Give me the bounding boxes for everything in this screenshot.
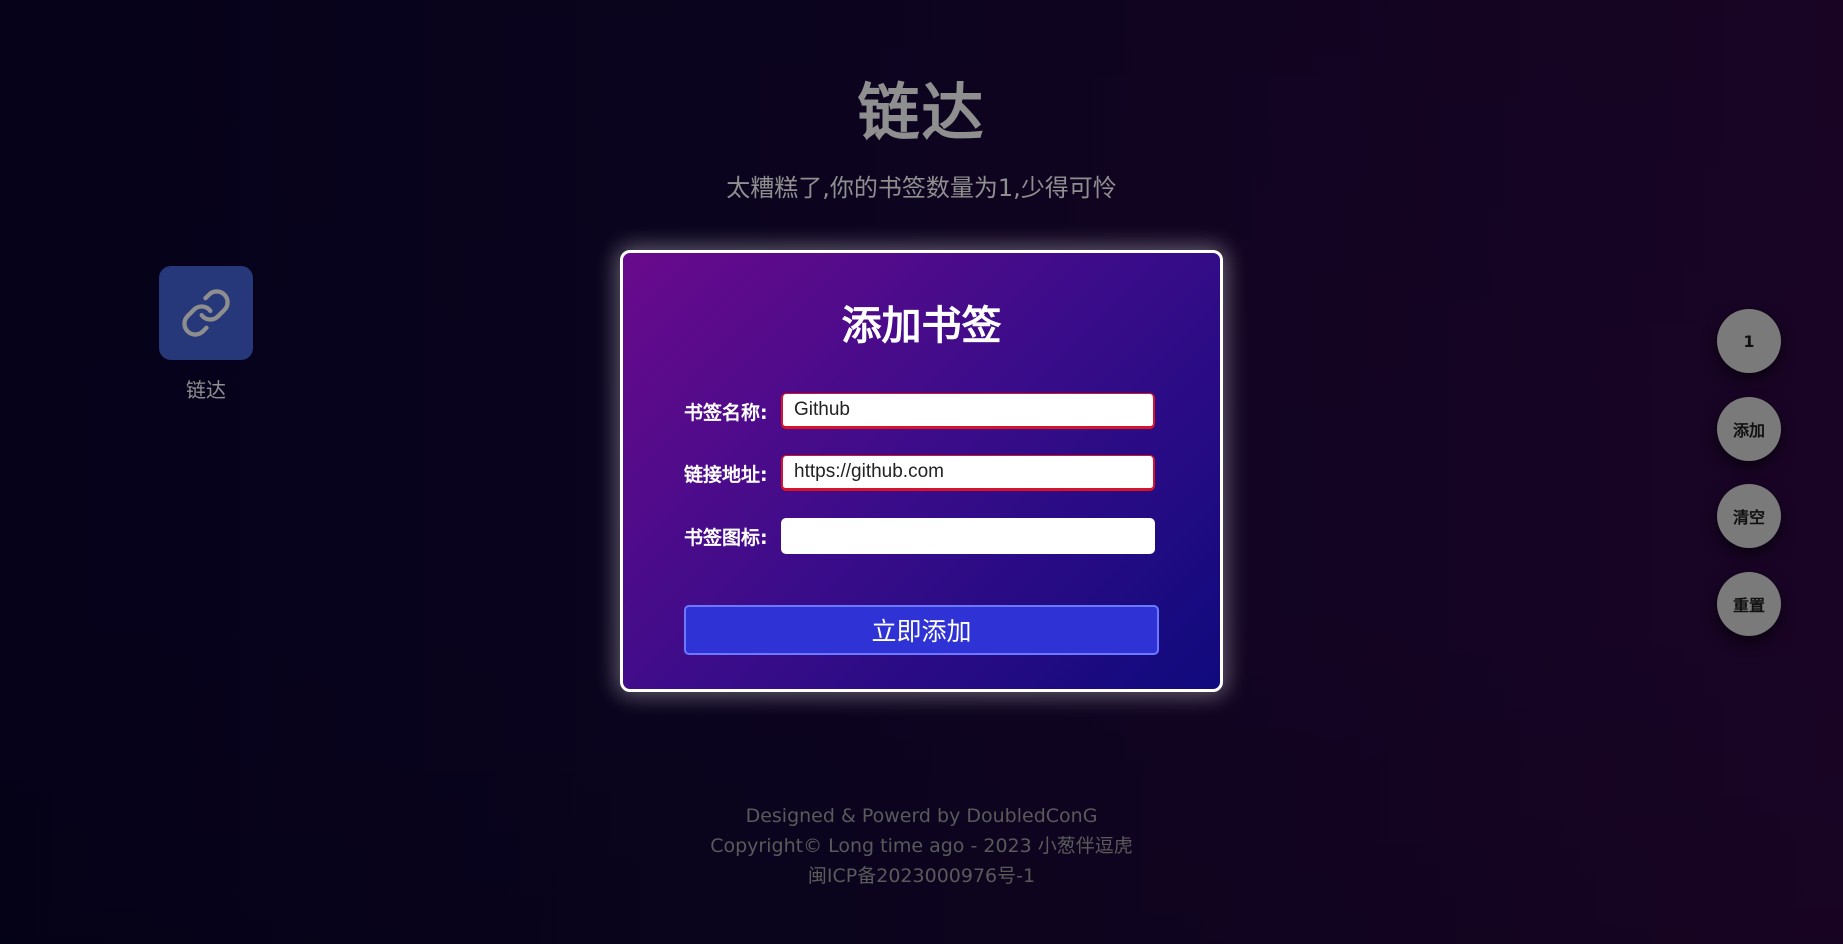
- name-row: 书签名称:: [684, 393, 1155, 429]
- icon-row: 书签图标:: [684, 518, 1155, 554]
- card-title: 添加书签: [841, 303, 1002, 349]
- name-label: 书签名称:: [684, 401, 768, 424]
- page-title: 链达: [857, 76, 986, 149]
- page-subtitle: 太糟糕了,你的书签数量为1,少得可怜: [726, 174, 1117, 202]
- clear-button[interactable]: 清空: [1717, 484, 1781, 548]
- bookmark-icon-input[interactable]: [781, 518, 1155, 554]
- footer: Designed & Powerd by DoubledConG Copyrig…: [0, 801, 1843, 891]
- footer-credit: Designed & Powerd by DoubledConG: [745, 805, 1098, 827]
- bookmark-name-input[interactable]: [781, 393, 1155, 429]
- url-row: 链接地址:: [684, 455, 1155, 491]
- add-bookmark-card: 添加书签 书签名称: 链接地址: 书签图标: 立即添加: [620, 250, 1223, 692]
- bookmark-label[interactable]: 链达: [159, 374, 253, 403]
- footer-copyright: Copyright© Long time ago - 2023 小葱伴逗虎: [710, 835, 1133, 857]
- link-icon: [182, 289, 230, 337]
- bookmark-count-button[interactable]: 1: [1717, 309, 1781, 373]
- bookmark-item[interactable]: 链达: [159, 266, 253, 403]
- icon-label: 书签图标:: [684, 526, 768, 549]
- url-label: 链接地址:: [684, 463, 768, 486]
- add-now-button[interactable]: 立即添加: [684, 605, 1159, 655]
- footer-icp-link[interactable]: 闽ICP备2023000976号-1: [0, 861, 1843, 891]
- add-button[interactable]: 添加: [1717, 397, 1781, 461]
- bookmark-url-input[interactable]: [781, 455, 1155, 491]
- reset-button[interactable]: 重置: [1717, 572, 1781, 636]
- bookmark-icon-tile[interactable]: [159, 266, 253, 360]
